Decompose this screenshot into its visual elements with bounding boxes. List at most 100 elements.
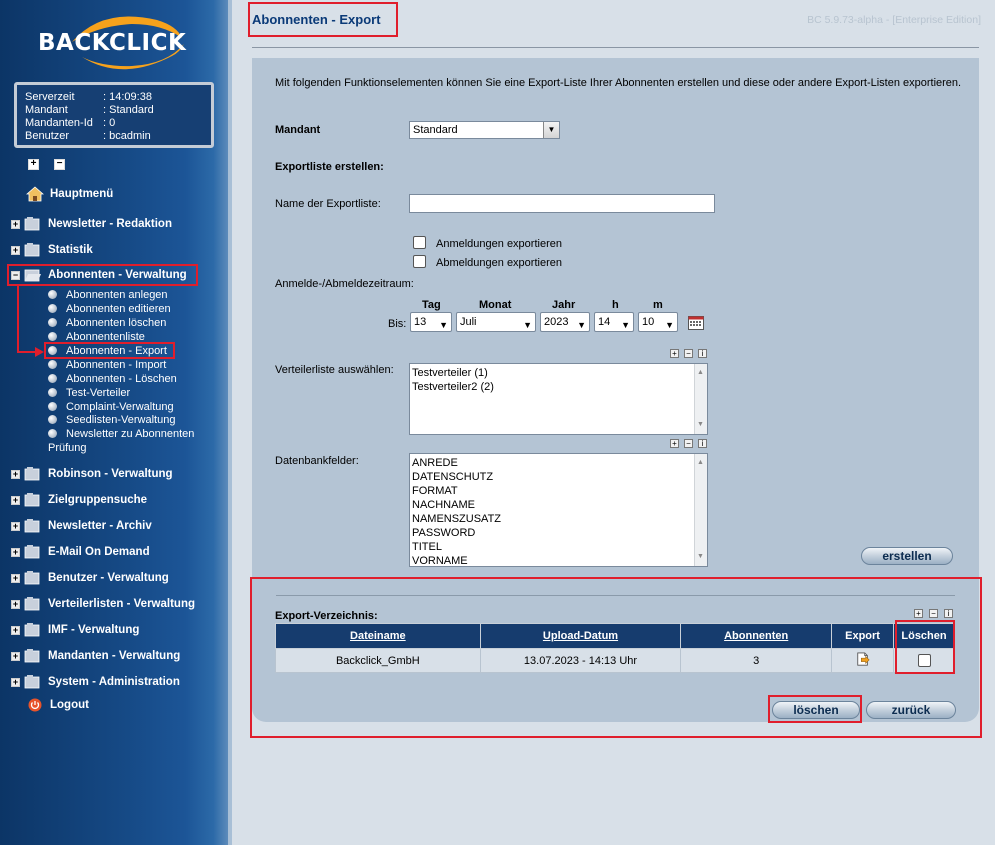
nav-newsletter-archiv[interactable]: + Newsletter - Archiv bbox=[11, 518, 152, 534]
scrollbar[interactable] bbox=[694, 364, 707, 434]
bis-label: Bis: bbox=[388, 318, 407, 330]
nav-email-on-demand[interactable]: + E-Mail On Demand bbox=[11, 544, 150, 560]
sub-newsletter-zu-abonnenten-wrap[interactable]: Prüfung bbox=[48, 441, 87, 454]
sub-abonnenten-editieren[interactable]: Abonnenten editieren bbox=[48, 302, 171, 315]
loeschen-button[interactable]: löschen bbox=[772, 701, 860, 719]
sub-newsletter-zu-abonnenten[interactable]: Newsletter zu Abonnenten bbox=[48, 427, 194, 440]
verzeichnis-collapse-icon[interactable]: − bbox=[929, 609, 938, 618]
zeitraum-label: Anmelde-/Abmeldezeitraum: bbox=[275, 278, 414, 290]
expand-icon: + bbox=[11, 650, 20, 661]
folder-icon bbox=[24, 623, 40, 637]
verteiler-expand-icon[interactable]: + bbox=[670, 349, 679, 358]
verteiler-collapse-icon[interactable]: − bbox=[684, 349, 693, 358]
folder-icon bbox=[24, 675, 40, 689]
list-item[interactable]: Testverteiler2 (2) bbox=[412, 380, 705, 394]
expand-icon: + bbox=[11, 468, 20, 479]
stunde-select[interactable]: 14 ▼ bbox=[594, 312, 634, 332]
col-upload-datum[interactable]: Upload-Datum bbox=[479, 623, 682, 649]
dbfelder-collapse-icon[interactable]: − bbox=[684, 439, 693, 448]
abmeldungen-checkbox[interactable] bbox=[413, 255, 426, 268]
sub-abonnenten-import[interactable]: Abonnenten - Import bbox=[48, 358, 166, 371]
col-dateiname[interactable]: Dateiname bbox=[275, 623, 481, 649]
sub-test-verteiler[interactable]: Test-Verteiler bbox=[48, 386, 130, 399]
erstellen-button[interactable]: erstellen bbox=[861, 547, 953, 565]
abmeldungen-label: Abmeldungen exportieren bbox=[436, 257, 562, 269]
datenbankfelder-listbox[interactable]: ANREDE DATENSCHUTZ FORMAT NACHNAME NAMEN… bbox=[409, 453, 708, 567]
list-item[interactable]: NAMENSZUSATZ bbox=[412, 512, 705, 526]
highlight-connector-line bbox=[17, 351, 37, 353]
bullet-icon bbox=[48, 388, 57, 397]
minute-select[interactable]: 10 ▼ bbox=[638, 312, 678, 332]
mandant-select[interactable]: Standard ▼ bbox=[409, 121, 560, 139]
nav-zielgruppensuche[interactable]: + Zielgruppensuche bbox=[11, 492, 147, 508]
calendar-icon[interactable] bbox=[688, 315, 704, 330]
list-item[interactable]: PASSWORD bbox=[412, 526, 705, 540]
dbfelder-expand-icon[interactable]: + bbox=[670, 439, 679, 448]
tag-select[interactable]: 13 ▼ bbox=[410, 312, 452, 332]
sub-abonnentenliste[interactable]: Abonnentenliste bbox=[48, 330, 145, 343]
anmeldungen-checkbox[interactable] bbox=[413, 236, 426, 249]
list-item[interactable]: TITEL bbox=[412, 540, 705, 554]
expand-icon: + bbox=[11, 520, 20, 531]
name-exportliste-input[interactable] bbox=[409, 194, 715, 213]
nav-abonnenten-verwaltung[interactable]: − Abonnenten - Verwaltung bbox=[11, 267, 187, 283]
bullet-icon bbox=[48, 290, 57, 299]
loeschen-checkbox[interactable] bbox=[917, 654, 931, 667]
nav-benutzer-verwaltung[interactable]: + Benutzer - Verwaltung bbox=[11, 570, 169, 586]
scrollbar[interactable] bbox=[694, 454, 707, 566]
bullet-icon bbox=[48, 318, 57, 327]
nav-statistik[interactable]: + Statistik bbox=[11, 242, 93, 258]
sub-abonnenten-loeschen-2[interactable]: Abonnenten - Löschen bbox=[48, 372, 177, 385]
col-jahr-label: Jahr bbox=[552, 299, 576, 311]
zurueck-button[interactable]: zurück bbox=[866, 701, 956, 719]
cell-upload-datum: 13.07.2023 - 14:13 Uhr bbox=[479, 648, 682, 673]
table-header-row: Dateiname Upload-Datum Abonnenten Export… bbox=[275, 623, 955, 649]
expand-all-button[interactable]: + bbox=[28, 159, 39, 170]
nav-logout[interactable]: Logout bbox=[28, 697, 89, 713]
intro-text: Mit folgenden Funktionselementen können … bbox=[275, 77, 962, 89]
export-file-icon[interactable] bbox=[856, 652, 870, 666]
list-item[interactable]: DATENSCHUTZ bbox=[412, 470, 705, 484]
sub-complaint-verwaltung[interactable]: Complaint-Verwaltung bbox=[48, 400, 174, 413]
monat-select[interactable]: Juli ▼ bbox=[456, 312, 536, 332]
verteilerliste-listbox[interactable]: Testverteiler (1) Testverteiler2 (2) bbox=[409, 363, 708, 435]
verzeichnis-info-icon[interactable]: i bbox=[944, 609, 953, 618]
verzeichnis-expand-icon[interactable]: + bbox=[914, 609, 923, 618]
bullet-icon bbox=[48, 429, 57, 438]
list-item[interactable]: NACHNAME bbox=[412, 498, 705, 512]
nav-robinson[interactable]: + Robinson - Verwaltung bbox=[11, 466, 173, 482]
chevron-down-icon: ▼ bbox=[665, 320, 674, 330]
dbfelder-info-icon[interactable]: i bbox=[698, 439, 707, 448]
nav-verteilerlisten-verwaltung[interactable]: + Verteilerlisten - Verwaltung bbox=[11, 596, 195, 612]
chevron-down-icon: ▼ bbox=[577, 320, 586, 330]
bullet-icon bbox=[48, 415, 57, 424]
collapse-all-button[interactable]: − bbox=[54, 159, 65, 170]
sub-abonnenten-loeschen[interactable]: Abonnenten löschen bbox=[48, 316, 166, 329]
datenbankfelder-label: Datenbankfelder: bbox=[275, 455, 359, 467]
expand-icon: + bbox=[11, 572, 20, 583]
folder-icon bbox=[24, 649, 40, 663]
sub-abonnenten-anlegen[interactable]: Abonnenten anlegen bbox=[48, 288, 168, 301]
list-item[interactable]: VORNAME bbox=[412, 554, 705, 568]
folder-icon bbox=[24, 243, 40, 257]
list-item[interactable]: Testverteiler (1) bbox=[412, 366, 705, 380]
export-form-panel: Mit folgenden Funktionselementen können … bbox=[252, 58, 979, 722]
verteiler-info-icon[interactable]: i bbox=[698, 349, 707, 358]
list-item[interactable]: FORMAT bbox=[412, 484, 705, 498]
nav-imf-verwaltung[interactable]: + IMF - Verwaltung bbox=[11, 622, 139, 638]
col-export: Export bbox=[831, 623, 894, 649]
nav-hauptmenu[interactable]: Hauptmenü bbox=[26, 186, 113, 202]
sub-seedlisten-verwaltung[interactable]: Seedlisten-Verwaltung bbox=[48, 413, 175, 426]
chevron-down-icon: ▼ bbox=[621, 320, 630, 330]
nav-mandanten-verwaltung[interactable]: + Mandanten - Verwaltung bbox=[11, 648, 180, 664]
col-monat-label: Monat bbox=[479, 299, 512, 311]
folder-icon bbox=[24, 217, 40, 231]
page-title: Abonnenten - Export bbox=[252, 12, 381, 27]
jahr-select[interactable]: 2023 ▼ bbox=[540, 312, 590, 332]
nav-redaktion[interactable]: + Newsletter - Redaktion bbox=[11, 216, 172, 232]
col-abonnenten[interactable]: Abonnenten bbox=[680, 623, 833, 649]
nav-system-administration[interactable]: + System - Administration bbox=[11, 674, 180, 690]
list-item[interactable]: ANREDE bbox=[412, 456, 705, 470]
sub-abonnenten-export[interactable]: Abonnenten - Export bbox=[48, 344, 167, 357]
cell-dateiname: Backclick_GmbH bbox=[275, 648, 481, 673]
